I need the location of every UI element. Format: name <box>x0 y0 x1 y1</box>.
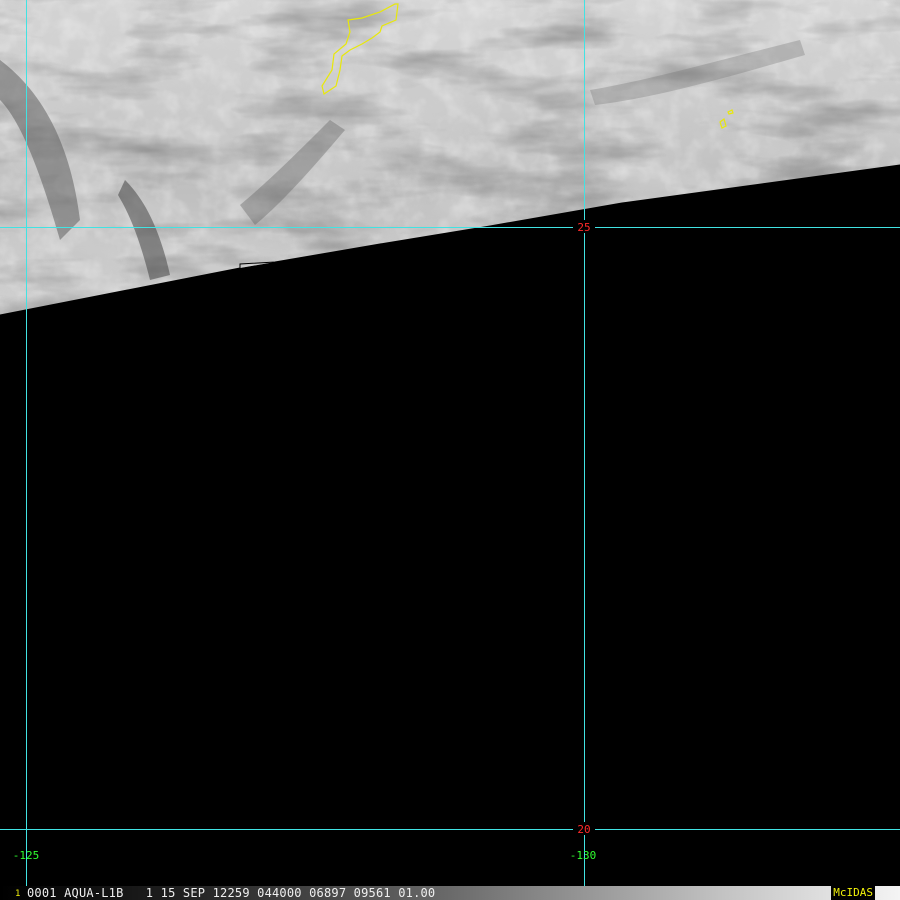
mcidas-brand-label: McIDAS <box>831 886 875 900</box>
longitude-label-130: -130 <box>570 849 597 862</box>
satellite-map-view[interactable]: 25 20 -125 -130 <box>0 0 900 900</box>
status-bar: 1 0001 AQUA-L1B 1 15 SEP 12259 044000 06… <box>0 886 900 900</box>
latitude-label-20: 20 <box>577 823 590 836</box>
longitude-label-125: -125 <box>13 849 40 862</box>
image-info-text: 0001 AQUA-L1B 1 15 SEP 12259 044000 0689… <box>27 886 436 900</box>
latitude-label-25: 25 <box>577 221 590 234</box>
frame-number: 1 <box>15 889 21 899</box>
